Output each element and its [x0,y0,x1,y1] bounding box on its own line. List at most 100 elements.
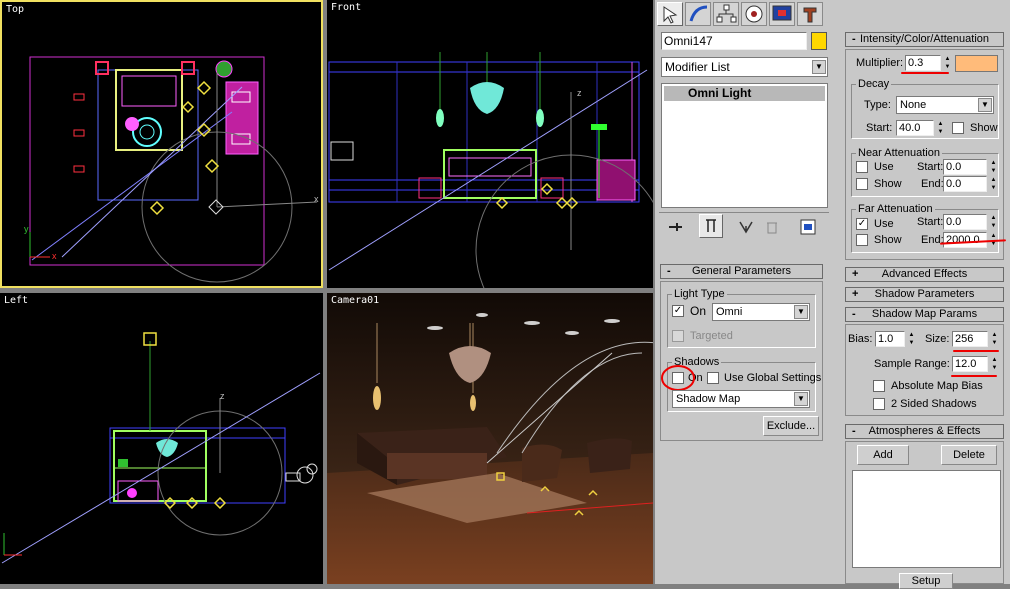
group-title: Far Attenuation [856,203,935,215]
decay-type-dropdown[interactable]: None ▼ [896,96,994,114]
front-view-scene [328,52,653,288]
utilities-icon [803,7,817,23]
far-show-checkbox[interactable] [856,234,868,246]
pin-stack-button[interactable] [667,218,685,236]
viewport-label[interactable]: Front [331,2,361,13]
annotation-underline [901,72,949,74]
object-name-field[interactable]: Omni147 [661,32,807,50]
viewport-left[interactable]: Left z [0,293,323,584]
collapse-icon: - [852,425,856,437]
annotation-circle [661,365,695,391]
spin-down-icon: ▼ [990,185,997,191]
size-field[interactable]: 256 [952,331,988,347]
chevron-down-icon: ▼ [794,305,808,319]
exclude-button[interactable]: Exclude... [763,416,819,436]
add-button[interactable]: Add [857,445,909,465]
shadow-type-dropdown[interactable]: Shadow Map ▼ [672,390,810,408]
shadow-parameters-header[interactable]: + Shadow Parameters [845,287,1004,302]
modifier-stack-item[interactable]: Omni Light [664,86,825,101]
two-sided-shadows-checkbox[interactable] [873,398,885,410]
modifier-list-dropdown[interactable]: Modifier List ▼ [661,57,828,77]
intensity-header[interactable]: - Intensity/Color/Attenuation [845,32,1004,47]
sample-range-spinner[interactable]: ▲ ▼ [990,356,999,372]
decay-show-checkbox[interactable] [952,122,964,134]
near-use-checkbox[interactable] [856,161,868,173]
use-global-settings-checkbox[interactable] [707,372,719,384]
light-type-dropdown[interactable]: Omni ▼ [712,303,810,321]
camera-render-view [327,293,653,584]
near-end-field[interactable]: 0.0 [943,176,987,192]
near-start-field[interactable]: 0.0 [943,159,987,175]
annotation-underline [953,350,999,352]
configure-modifier-sets-button[interactable] [799,218,817,236]
near-end-spinner[interactable]: ▲ ▼ [989,176,998,192]
far-use-label: Use [874,218,894,230]
multiplier-spinner[interactable]: ▲ ▼ [943,55,952,71]
rollout-title: Advanced Effects [881,268,968,280]
atmospheres-header[interactable]: - Atmospheres & Effects [845,424,1004,439]
absolute-map-bias-checkbox[interactable] [873,380,885,392]
modify-tab[interactable] [685,2,711,26]
near-use-label: Use [874,161,894,173]
multiplier-field[interactable]: 0.3 [905,55,941,71]
spin-up-icon: ▲ [991,332,998,338]
setup-button[interactable]: Setup [899,573,953,589]
viewport-top[interactable]: Top x y x [0,0,323,288]
bias-field[interactable]: 1.0 [875,331,905,347]
hierarchy-tab[interactable] [713,2,739,26]
chevron-down-icon: ▼ [978,98,992,112]
rollout-title: Atmospheres & Effects [868,425,981,437]
hierarchy-icon [716,4,737,23]
utilities-tab[interactable] [797,2,823,26]
create-tab[interactable] [657,2,683,26]
gizmo-z-label: z [220,391,225,401]
show-end-result-button[interactable] [699,214,723,238]
spin-down-icon: ▼ [990,223,997,229]
decay-start-field[interactable]: 40.0 [896,120,934,136]
viewport-label[interactable]: Left [4,295,28,306]
viewport-front[interactable]: Front z [327,0,653,288]
light-on-checkbox[interactable]: ✓ [672,305,684,317]
modifier-stack-list[interactable]: Omni Light [661,83,828,208]
sample-range-field[interactable]: 12.0 [952,356,988,372]
bias-label: Bias: [848,333,873,345]
atmospheres-list[interactable] [852,470,1001,568]
object-color-swatch[interactable] [811,32,827,50]
spin-up-icon: ▲ [937,121,944,127]
remove-modifier-button[interactable] [763,218,781,236]
motion-tab[interactable] [741,2,767,26]
rollout-title: General Parameters [691,265,792,277]
viewport-camera[interactable]: Camera01 [327,293,653,584]
rollout-title: Shadow Map Params [871,308,978,320]
chevron-down-icon: ▼ [812,60,826,74]
display-icon [772,5,792,21]
near-start-spinner[interactable]: ▲ ▼ [989,159,998,175]
near-show-checkbox[interactable] [856,178,868,190]
remove-modifier-icon [767,222,777,234]
far-start-label: Start: [917,216,944,228]
viewport-label[interactable]: Camera01 [331,295,379,306]
make-unique-button[interactable] [737,218,755,236]
use-global-settings-label: Use Global Settings [724,372,822,384]
axis-y-label: y [24,224,29,234]
advanced-effects-header[interactable]: + Advanced Effects [845,267,1004,282]
far-start-field[interactable]: 0.0 [943,214,987,230]
bias-spinner[interactable]: ▲ ▼ [907,331,916,347]
viewport-label[interactable]: Top [6,4,24,15]
general-parameters-header[interactable]: - General Parameters [660,264,823,279]
spin-up-icon: ▲ [944,56,951,62]
far-start-spinner[interactable]: ▲ ▼ [989,214,998,230]
spin-down-icon: ▼ [908,340,915,346]
far-show-label: Show [874,234,902,246]
modifier-list-label: Modifier List [665,60,730,74]
far-use-checkbox[interactable]: ✓ [856,218,868,230]
targeted-checkbox[interactable] [672,330,684,342]
light-color-swatch[interactable] [955,55,998,72]
group-title: Near Attenuation [856,147,942,159]
decay-start-spinner[interactable]: ▲ ▼ [936,120,945,136]
shadow-map-params-header[interactable]: - Shadow Map Params [845,307,1004,322]
collapse-icon: - [852,33,856,45]
delete-button[interactable]: Delete [941,445,997,465]
size-spinner[interactable]: ▲ ▼ [990,331,999,347]
display-tab[interactable] [769,2,795,26]
